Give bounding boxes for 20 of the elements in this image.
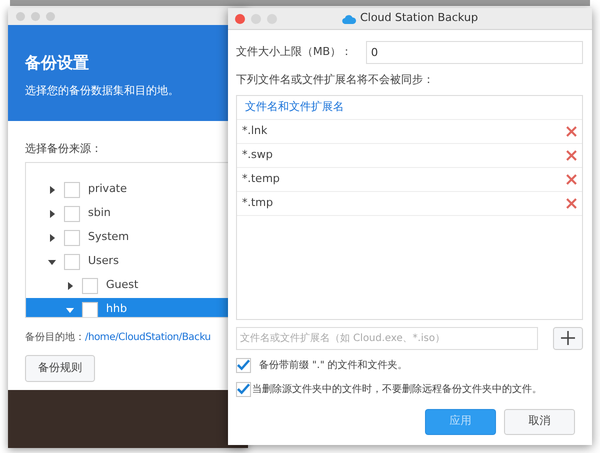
column-header: 文件名和文件扩展名 <box>245 98 344 115</box>
tree-label: private <box>88 181 127 198</box>
header-title: 备份设置 <box>25 52 90 74</box>
option-label: 备份带前缀 "." 的文件和文件夹。 <box>259 358 408 372</box>
table-cell-text: *.swp <box>242 146 273 163</box>
table-cell-text: *.temp <box>242 170 280 187</box>
size-limit-label: 文件大小上限（MB）： <box>236 44 354 60</box>
table-cell-text: *.lnk <box>242 122 268 139</box>
tree-label: Users <box>88 253 119 270</box>
header-subtitle: 选择您的备份数据集和目的地。 <box>25 83 180 99</box>
exclude-label: 下列文件名或文件扩展名将不会被同步： <box>236 72 435 88</box>
table-cell-text: *.tmp <box>242 194 274 211</box>
tree-label: sbin <box>88 205 111 222</box>
tree-label: hhb <box>106 301 127 316</box>
source-label: 选择备份来源： <box>25 141 103 157</box>
window-title: Cloud Station Backup <box>360 10 478 26</box>
destination-label: 备份目的地： <box>25 330 85 344</box>
option-label: 当删除源文件夹中的文件时，不要删除远程备份文件夹中的文件。 <box>252 382 542 396</box>
tree-label: System <box>88 229 130 246</box>
tree-label: Guest <box>106 277 138 294</box>
